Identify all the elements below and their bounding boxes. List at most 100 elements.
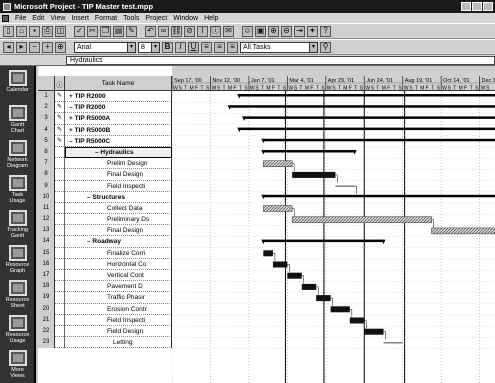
row-id[interactable]: 2 bbox=[38, 102, 55, 114]
menu-item-format[interactable]: Format bbox=[95, 15, 117, 22]
gantt-chart[interactable]: Sep 17, '00 Nov 12, '00 Jan 7, '01 Mar 4, '… bbox=[172, 66, 495, 383]
menu-item-view[interactable]: View bbox=[50, 15, 65, 22]
row-id[interactable]: 21 bbox=[38, 314, 55, 326]
row-id[interactable]: 17 bbox=[38, 270, 55, 282]
outdent-icon[interactable]: − bbox=[29, 41, 40, 53]
row-id[interactable]: 5 bbox=[38, 135, 55, 147]
menu-item-project[interactable]: Project bbox=[145, 15, 167, 22]
table-row[interactable]: 3 ✎ + TIP R5000A bbox=[38, 113, 172, 125]
view-button-resource-graph[interactable]: Resource Graph bbox=[5, 245, 30, 277]
menu-item-file[interactable]: File bbox=[15, 15, 26, 22]
task-information-icon[interactable]: ⓘ bbox=[210, 25, 221, 37]
row-id[interactable]: 12 bbox=[38, 214, 55, 226]
filter-select[interactable]: All Tasks ▾ bbox=[240, 41, 318, 53]
entry-field[interactable]: Hydraulics bbox=[66, 56, 495, 65]
task-name[interactable]: Horizontal Co bbox=[65, 258, 172, 270]
maximize-icon[interactable] bbox=[472, 2, 482, 11]
task-name[interactable]: Field Inspecti bbox=[65, 314, 172, 326]
row-id[interactable]: 10 bbox=[38, 191, 55, 203]
assign-resources-icon[interactable]: ☺ bbox=[242, 25, 253, 37]
table-row[interactable]: 11 Collect Data bbox=[38, 202, 172, 215]
print-preview-icon[interactable]: ◫ bbox=[55, 25, 66, 37]
undo-icon[interactable]: ↶ bbox=[145, 25, 156, 37]
task-name[interactable]: Final Design bbox=[65, 225, 172, 237]
paste-icon[interactable]: ▤ bbox=[113, 25, 124, 37]
table-row[interactable]: 18 Pavement D bbox=[38, 281, 172, 293]
row-id[interactable]: 3 bbox=[38, 113, 55, 125]
task-name[interactable]: Erosion Contr bbox=[65, 303, 172, 315]
align-right-icon[interactable]: ≡ bbox=[227, 41, 238, 53]
table-row[interactable]: 21 Field Inspecti bbox=[38, 314, 172, 326]
task-name[interactable]: Collect Data bbox=[65, 202, 172, 215]
table-row[interactable]: 6 – Hydraulics bbox=[38, 146, 172, 159]
menu-item-tools[interactable]: Tools bbox=[123, 15, 139, 22]
goto-selected-task-icon[interactable]: ⇥ bbox=[294, 25, 305, 37]
insert-hyperlink-icon[interactable]: ∞ bbox=[158, 25, 169, 37]
row-id[interactable]: 16 bbox=[38, 258, 55, 270]
menu-item-window[interactable]: Window bbox=[173, 15, 198, 22]
font-size-select[interactable]: 8 ▾ bbox=[138, 41, 160, 53]
row-id[interactable]: 4 bbox=[38, 124, 55, 136]
bold-icon[interactable]: B bbox=[162, 41, 173, 53]
spelling-icon[interactable]: ✓ bbox=[74, 25, 85, 37]
split-task-icon[interactable]: ⌇ bbox=[197, 25, 208, 37]
link-tasks-icon[interactable]: ⛓ bbox=[171, 25, 182, 37]
menu-item-insert[interactable]: Insert bbox=[71, 15, 89, 22]
task-name[interactable]: Traffic Phasir bbox=[65, 292, 172, 304]
view-button-resource-usage[interactable]: Resource Usage bbox=[5, 315, 30, 347]
row-id[interactable]: 1 bbox=[38, 91, 55, 103]
row-id[interactable]: 22 bbox=[38, 325, 55, 338]
task-name[interactable]: Prelim Design bbox=[65, 158, 172, 170]
task-name[interactable]: – Hydraulics bbox=[65, 146, 172, 159]
table-row[interactable]: 8 Final Design bbox=[38, 169, 172, 181]
task-name[interactable]: Final Design bbox=[65, 169, 172, 181]
arrow-left-icon[interactable]: ◂ bbox=[3, 41, 14, 53]
indent-icon[interactable]: + bbox=[42, 41, 53, 53]
task-name[interactable]: Pavement D bbox=[65, 281, 172, 293]
help-icon[interactable]: ? bbox=[320, 25, 331, 37]
id-column-header[interactable] bbox=[38, 76, 55, 91]
autofilter-icon[interactable]: ⚲ bbox=[320, 41, 331, 53]
open-icon[interactable]: ⌂ bbox=[16, 25, 27, 37]
row-id[interactable]: 18 bbox=[38, 281, 55, 293]
view-button-more-views-icon[interactable]: More Views bbox=[5, 350, 30, 382]
task-name[interactable]: Finalize Corri bbox=[65, 247, 172, 259]
task-name[interactable]: + TIP R5000B bbox=[65, 124, 172, 136]
zoom-out-icon[interactable]: ⊖ bbox=[281, 25, 292, 37]
chevron-down-icon[interactable]: ▾ bbox=[151, 42, 159, 52]
task-name[interactable]: Field Design bbox=[65, 325, 172, 338]
table-row[interactable]: 2 ✎ – TIP R2000 bbox=[38, 102, 172, 114]
row-id[interactable]: 23 bbox=[38, 337, 55, 349]
chevron-down-icon[interactable]: ▾ bbox=[127, 42, 135, 52]
task-name-column-header[interactable]: Task Name bbox=[65, 76, 172, 91]
show-subtasks-icon[interactable]: ⊕ bbox=[55, 41, 66, 53]
copy-picture-icon[interactable]: ▣ bbox=[255, 25, 266, 37]
table-row[interactable]: 17 Vertical Cont bbox=[38, 270, 172, 282]
table-row[interactable]: 23 Letting bbox=[38, 337, 172, 349]
table-row[interactable]: 22 Field Design bbox=[38, 325, 172, 338]
task-name[interactable]: Preliminary Ds bbox=[65, 214, 172, 226]
view-button-task-usage[interactable]: Task Usage bbox=[5, 175, 30, 207]
row-id[interactable]: 11 bbox=[38, 202, 55, 215]
view-button-tracking-gantt[interactable]: Tracking Gantt bbox=[5, 210, 30, 242]
cut-icon[interactable]: ✂ bbox=[87, 25, 98, 37]
copy-icon[interactable]: ❐ bbox=[100, 25, 111, 37]
table-row[interactable]: 4 ✎ + TIP R5000B bbox=[38, 124, 172, 136]
unlink-tasks-icon[interactable]: ⊘ bbox=[184, 25, 195, 37]
table-row[interactable]: 5 ✎ – TIP R5000C bbox=[38, 135, 172, 147]
row-id[interactable]: 7 bbox=[38, 158, 55, 170]
font-name-select[interactable]: Arial ▾ bbox=[74, 41, 136, 53]
row-id[interactable]: 20 bbox=[38, 303, 55, 315]
table-row[interactable]: 20 Erosion Contr bbox=[38, 303, 172, 315]
task-name[interactable]: Vertical Cont bbox=[65, 270, 172, 282]
view-button-calendar[interactable]: Calendar bbox=[5, 70, 30, 102]
minimize-icon[interactable] bbox=[461, 2, 471, 11]
format-painter-icon[interactable]: ✎ bbox=[126, 25, 137, 37]
task-notes-icon[interactable]: ✉ bbox=[223, 25, 234, 37]
view-button-resource-sheet[interactable]: Resource Sheet bbox=[5, 280, 30, 312]
table-row[interactable]: 9 Field Inspecti bbox=[38, 180, 172, 192]
gantt-chart-wizard-icon[interactable]: ✦ bbox=[307, 25, 318, 37]
menu-item-help[interactable]: Help bbox=[204, 15, 218, 22]
view-button-gantt-chart[interactable]: Gantt Chart bbox=[5, 105, 30, 137]
table-row[interactable]: 16 Horizontal Co bbox=[38, 258, 172, 270]
